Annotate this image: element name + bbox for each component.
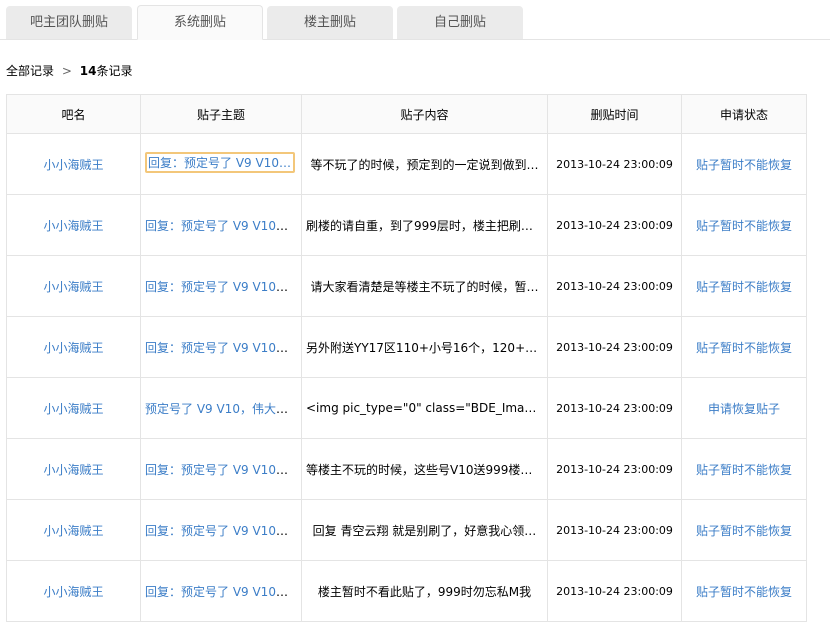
status-text: 贴子暂时不能恢复 (695, 279, 792, 294)
tab-team-deleted[interactable]: 吧主团队删贴 (6, 6, 132, 39)
status-text: 贴子暂时不能恢复 (695, 218, 792, 233)
col-content: 贴子内容 (301, 94, 548, 134)
col-title: 贴子主题 (140, 94, 302, 134)
bar-name-link[interactable]: 小小海贼王 (43, 463, 103, 477)
post-title-link[interactable]: 预定号了 V9 V10，伟大航… (145, 402, 300, 416)
post-title-link[interactable]: 回复：预定号了 V9 V10，… (145, 219, 300, 233)
col-delete-time: 删贴时间 (547, 94, 682, 134)
bar-name-link[interactable]: 小小海贼王 (43, 402, 103, 416)
bar-name-link[interactable]: 小小海贼王 (43, 219, 103, 233)
delete-time: 2013-10-24 23:00:09 (556, 157, 673, 171)
post-content: 另外附送YY17区110+小号16个，120+小号6… (306, 340, 548, 355)
post-content: 等不玩了的时候，预定到的一定说到做到… (310, 157, 539, 172)
status-text: 贴子暂时不能恢复 (695, 340, 792, 355)
post-title-link[interactable]: 回复：预定号了 V9 V10，… (145, 463, 300, 477)
delete-time: 2013-10-24 23:00:09 (556, 401, 673, 415)
bar-name-link[interactable]: 小小海贼王 (43, 585, 103, 599)
post-content: 请大家看清楚是等楼主不玩了的时候，暂… (310, 279, 539, 294)
post-content: <img pic_type="0" class="BDE_Image" src=… (306, 401, 547, 415)
delete-time: 2013-10-24 23:00:09 (556, 584, 673, 598)
delete-time: 2013-10-24 23:00:09 (556, 523, 673, 537)
table-row: 小小海贼王 回复：预定号了 V9 V10，… 另外附送YY17区110+小号16个，… (6, 316, 807, 378)
table-row: 小小海贼王 预定号了 V9 V10，伟大航… <img pic_type="0" c… (6, 377, 807, 439)
post-content: 楼主暂时不看此贴了，999时勿忘私M我 (317, 584, 532, 599)
delete-time: 2013-10-24 23:00:09 (556, 462, 673, 476)
post-title-link[interactable]: 回复：预定号了 V9 V10，… (145, 524, 300, 538)
table-row: 小小海贼王 回复：预定号了 V9 V10，… 等楼主不玩的时候，这些号V10送999… (6, 438, 807, 500)
table-row: 小小海贼王 回复：预定号了 V9 V10，… 刷楼的请自重，到了999层时，楼主把刷… (6, 194, 807, 256)
col-status: 申请状态 (681, 94, 807, 134)
table-row: 小小海贼王 回复：预定号了 V9 V10，… 楼主暂时不看此贴了，999时勿忘私M我… (6, 560, 807, 622)
delete-time: 2013-10-24 23:00:09 (556, 218, 673, 232)
record-count-suffix: 条记录 (96, 64, 133, 78)
post-content: 回复 青空云翔 就是别刷了，好意我心领… (312, 523, 537, 538)
post-content: 刷楼的请自重，到了999层时，楼主把刷的… (306, 218, 545, 233)
record-count: 14 (79, 64, 97, 78)
col-bar-name: 吧名 (6, 94, 141, 134)
bar-name-link[interactable]: 小小海贼王 (43, 341, 103, 355)
breadcrumb-separator: > (61, 64, 72, 78)
bar-name-link[interactable]: 小小海贼王 (43, 280, 103, 294)
table-row: 小小海贼王 回复：预定号了 V9 V10，… 请大家看清楚是等楼主不玩了的时候，暂…… (6, 255, 807, 317)
status-text: 贴子暂时不能恢复 (695, 523, 792, 538)
tab-bar: 吧主团队删贴 系统删贴 楼主删贴 自己删贴 (0, 5, 830, 40)
bar-name-link[interactable]: 小小海贼王 (43, 158, 103, 172)
request-restore-link[interactable]: 申请恢复贴子 (708, 402, 780, 416)
post-title-link[interactable]: 回复：预定号了 V9 V10，… (145, 585, 300, 599)
status-text: 贴子暂时不能恢复 (695, 462, 792, 477)
post-title-link[interactable]: 回复：预定号了 V9 V10，… (145, 152, 295, 173)
deleted-posts-table: 吧名 贴子主题 贴子内容 删贴时间 申请状态 小小海贼王回复：预定号了 V9 V… (6, 94, 807, 622)
delete-time: 2013-10-24 23:00:09 (556, 340, 673, 354)
table-row: 小小海贼王 回复：预定号了 V9 V10，… 回复 青空云翔 就是别刷了，好意我心领… (6, 499, 807, 561)
table-row: 小小海贼王 回复：预定号了 V9 V10，… 等不玩了的时候，预定到的一定说到做到…… (6, 133, 807, 195)
post-title-link[interactable]: 回复：预定号了 V9 V10，… (145, 280, 300, 294)
tab-system-deleted[interactable]: 系统删贴 (137, 5, 263, 40)
post-content: 等楼主不玩的时候，这些号V10送999楼，V… (306, 462, 548, 477)
delete-time: 2013-10-24 23:00:09 (556, 279, 673, 293)
tab-owner-deleted[interactable]: 楼主删贴 (267, 6, 393, 39)
breadcrumb: 全部记录 > 14条记录 (6, 62, 132, 79)
status-text: 贴子暂时不能恢复 (695, 584, 792, 599)
post-title-link[interactable]: 回复：预定号了 V9 V10，… (145, 341, 300, 355)
bar-name-link[interactable]: 小小海贼王 (43, 524, 103, 538)
status-text: 贴子暂时不能恢复 (695, 157, 792, 172)
tab-self-deleted[interactable]: 自己删贴 (397, 6, 523, 39)
breadcrumb-root[interactable]: 全部记录 (6, 64, 54, 78)
table-header: 吧名 贴子主题 贴子内容 删贴时间 申请状态 (6, 94, 807, 134)
